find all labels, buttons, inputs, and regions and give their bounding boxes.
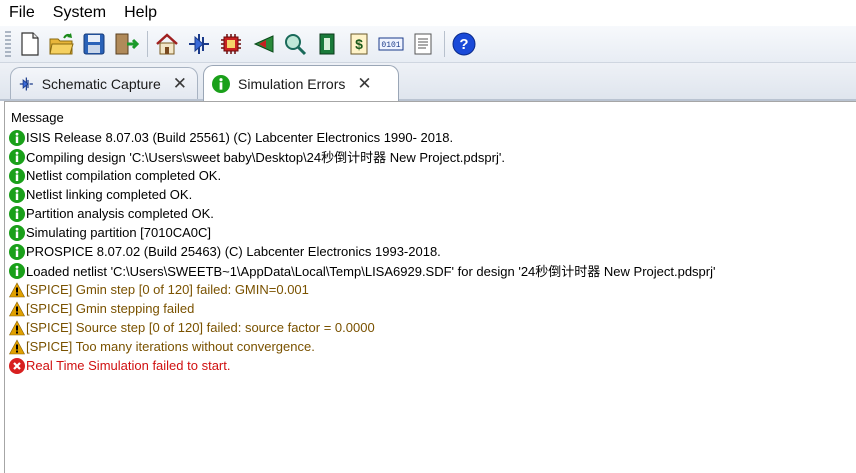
pcb-button[interactable] [218, 30, 244, 58]
warning-icon [8, 338, 26, 355]
svg-text:?: ? [459, 36, 468, 53]
list-item[interactable]: Loaded netlist 'C:\Users\SWEETB~1\AppDat… [9, 261, 715, 280]
open-folder-icon [49, 33, 74, 55]
toolbar-separator [147, 31, 148, 57]
bill-of-materials-icon: $ [350, 33, 368, 55]
help-icon: ? [452, 32, 476, 56]
menu-file[interactable]: File [0, 0, 44, 26]
pcb-chip-icon [221, 34, 241, 54]
list-item[interactable]: Real Time Simulation failed to start. [9, 356, 715, 375]
menu-help[interactable]: Help [115, 0, 166, 26]
save-icon [83, 33, 105, 55]
message-text: ISIS Release 8.07.03 (Build 25561) (C) L… [26, 130, 454, 145]
new-file-icon [21, 32, 39, 56]
save-button[interactable] [81, 30, 107, 58]
list-item[interactable]: [SPICE] Source step [0 of 120] failed: s… [8, 318, 715, 337]
notes-button[interactable] [410, 30, 436, 58]
message-text: Netlist linking completed OK. [26, 187, 193, 202]
list-item[interactable]: PROSPICE 8.07.02 (Build 25463) (C) Labce… [9, 242, 715, 261]
exit-button[interactable] [113, 30, 139, 58]
info-icon [9, 224, 25, 241]
message-text: Compiling design 'C:\Users\sweet baby\De… [26, 150, 505, 165]
gerber-viewer-button[interactable] [282, 30, 308, 58]
toolbar-grip[interactable] [5, 31, 11, 57]
exit-icon [115, 33, 139, 55]
toolbar-separator [444, 31, 445, 57]
tab-schematic-capture[interactable]: Schematic Capture ✕ [10, 67, 198, 99]
message-text: [SPICE] Gmin step [0 of 120] failed: GMI… [26, 282, 309, 297]
source-code-button[interactable]: 0101 [378, 30, 404, 58]
list-item[interactable]: Netlist compilation completed OK. [9, 166, 715, 185]
svg-text:0101: 0101 [381, 41, 400, 50]
list-item[interactable]: ISIS Release 8.07.03 (Build 25561) (C) L… [9, 128, 715, 147]
tab-label: Schematic Capture [41, 75, 161, 92]
tab-simulation-errors[interactable]: Simulation Errors ✕ [203, 65, 399, 101]
schematic-tab-icon [19, 76, 33, 91]
schematic-button[interactable] [186, 30, 212, 58]
message-text: Loaded netlist 'C:\Users\SWEETB~1\AppDat… [26, 264, 716, 279]
list-item[interactable]: Partition analysis completed OK. [9, 204, 715, 223]
message-text: Simulating partition [7010CA0C] [26, 225, 211, 240]
design-explorer-button[interactable] [314, 30, 340, 58]
schematic-icon [189, 34, 209, 54]
tab-strip: Schematic Capture ✕ Simulation Errors ✕ [0, 63, 856, 101]
gerber-viewer-icon [285, 34, 307, 56]
bill-of-materials-button[interactable]: $ [346, 30, 372, 58]
info-icon [9, 205, 25, 222]
notes-icon [414, 33, 432, 55]
menu-bar: File System Help [0, 0, 856, 26]
message-column-header[interactable]: Message [11, 110, 64, 125]
menu-system[interactable]: System [44, 0, 115, 26]
list-item[interactable]: [SPICE] Gmin stepping failed [8, 299, 715, 318]
info-icon [9, 129, 25, 146]
info-icon [9, 167, 25, 184]
info-icon [9, 262, 25, 279]
open-button[interactable] [49, 30, 75, 58]
list-item[interactable]: [SPICE] Gmin step [0 of 120] failed: GMI… [8, 280, 715, 299]
design-explorer-icon [319, 33, 335, 55]
3d-viewer-button[interactable] [250, 30, 276, 58]
list-item[interactable]: Netlist linking completed OK. [9, 185, 715, 204]
message-text: Partition analysis completed OK. [26, 206, 214, 221]
info-icon [9, 148, 25, 165]
svg-text:$: $ [355, 36, 363, 52]
home-button[interactable] [154, 30, 180, 58]
error-icon [9, 357, 25, 374]
message-list: ISIS Release 8.07.03 (Build 25561) (C) L… [8, 128, 715, 375]
close-icon[interactable]: ✕ [357, 75, 371, 92]
message-text: [SPICE] Gmin stepping failed [26, 301, 195, 316]
list-item[interactable]: Compiling design 'C:\Users\sweet baby\De… [9, 147, 715, 166]
3d-viewer-icon [253, 35, 274, 53]
tab-label: Simulation Errors [238, 75, 346, 92]
message-text: [SPICE] Source step [0 of 120] failed: s… [26, 320, 375, 335]
help-button[interactable]: ? [451, 30, 477, 58]
message-text: Netlist compilation completed OK. [26, 168, 222, 183]
close-icon[interactable]: ✕ [173, 75, 187, 92]
new-file-button[interactable] [17, 30, 43, 58]
message-text: [SPICE] Too many iterations without conv… [26, 339, 315, 354]
warning-icon [8, 319, 26, 336]
list-item[interactable]: [SPICE] Too many iterations without conv… [8, 337, 715, 356]
message-panel: Message ISIS Release 8.07.03 (Build 2556… [4, 101, 856, 473]
info-icon [9, 243, 25, 260]
message-text: Real Time Simulation failed to start. [26, 358, 231, 373]
message-text: PROSPICE 8.07.02 (Build 25463) (C) Labce… [26, 244, 441, 259]
source-code-icon: 0101 [378, 37, 404, 51]
toolbar: $ 0101 ? [0, 26, 856, 63]
warning-icon [8, 281, 26, 298]
warning-icon [8, 300, 26, 317]
info-icon [9, 186, 25, 203]
info-icon [212, 74, 230, 93]
list-item[interactable]: Simulating partition [7010CA0C] [9, 223, 715, 242]
home-icon [156, 33, 178, 55]
